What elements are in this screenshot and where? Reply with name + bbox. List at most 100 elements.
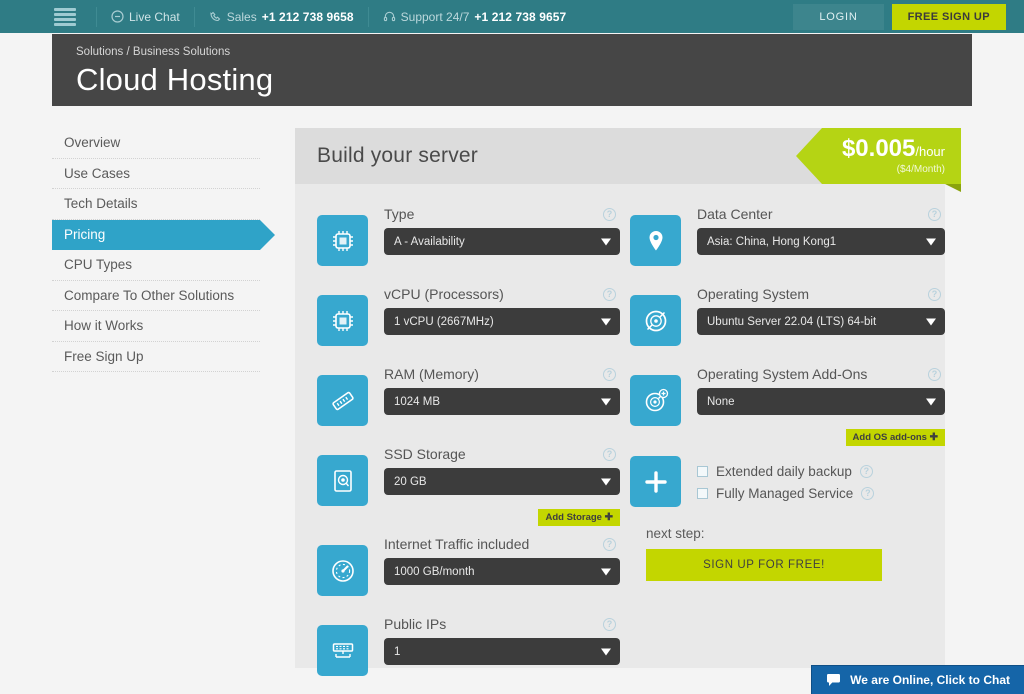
headset-icon [383, 10, 396, 23]
help-icon[interactable]: ? [603, 447, 616, 461]
vcpu-select[interactable]: 1 vCPU (2667MHz) [384, 308, 620, 335]
field-label-row: Data Center ? [697, 206, 945, 222]
top-bar-actions: LOGIN FREE SIGN UP [793, 3, 1006, 30]
type-select-value: A - Availability [394, 235, 465, 248]
help-icon[interactable]: ? [928, 367, 941, 381]
field-label-row: RAM (Memory) ? [384, 366, 620, 382]
field-label: Data Center [697, 206, 773, 222]
field-vcpu: vCPU (Processors) ? 1 vCPU (2667MHz) [317, 286, 620, 346]
help-icon[interactable]: ? [603, 287, 616, 301]
os-addons-select[interactable]: None [697, 388, 945, 415]
field-label: Type [384, 206, 415, 222]
sidebar-item-tech-details[interactable]: Tech Details [52, 189, 260, 220]
field-label: Internet Traffic included [384, 536, 530, 552]
next-step-label: next step: [646, 526, 705, 541]
sidebar-item-overview[interactable]: Overview [52, 128, 260, 159]
field-label-row: SSD Storage ? [384, 446, 620, 462]
add-storage-label: Add Storage [545, 512, 602, 523]
checkbox-input[interactable] [697, 488, 708, 499]
field-main: Operating System Add-Ons ? None Add OS a… [681, 366, 945, 446]
page-root: Live Chat Sales +1 212 738 9658 Support … [0, 0, 1024, 694]
help-icon[interactable]: ? [928, 207, 941, 221]
page-title: Cloud Hosting [76, 62, 274, 97]
free-signup-button[interactable]: FREE SIGN UP [891, 3, 1006, 30]
sign-up-for-free-button[interactable]: SIGN UP FOR FREE! [646, 549, 882, 581]
field-operating-system: Operating System ? Ubuntu Server 22.04 (… [630, 286, 945, 346]
hard-drive-icon [317, 455, 368, 506]
help-icon[interactable]: ? [603, 367, 616, 381]
panel-header: Build your server $0.005/hour ($4/Month) [295, 128, 962, 192]
field-label-row: Public IPs ? [384, 616, 620, 632]
checkbox-extended-daily-backup[interactable]: Extended daily backup ? [697, 464, 874, 479]
public-ips-select[interactable]: 1 [384, 638, 620, 665]
help-icon[interactable]: ? [859, 465, 873, 478]
breadcrumb-root[interactable]: Solutions [76, 46, 123, 58]
live-chat-link[interactable]: Live Chat [97, 0, 194, 33]
sidebar-item-use-cases[interactable]: Use Cases [52, 159, 260, 189]
support-contact[interactable]: Support 24/7 +1 212 738 9657 [369, 0, 581, 33]
next-step-section: next step: SIGN UP FOR FREE! [630, 526, 945, 581]
ssd-storage-select-value: 20 GB [394, 475, 427, 488]
operating-system-select-value: Ubuntu Server 22.04 (LTS) 64-bit [707, 315, 877, 328]
price-monthly: ($4/Month) [896, 164, 945, 175]
login-button[interactable]: LOGIN [793, 3, 884, 30]
price-amount: $0.005 [841, 135, 916, 162]
field-main: vCPU (Processors) ? 1 vCPU (2667MHz) [368, 286, 620, 346]
data-center-select[interactable]: Asia: China, Hong Kong1 [697, 228, 945, 255]
checkbox-label: Fully Managed Service [716, 486, 854, 501]
chat-widget[interactable]: We are Online, Click to Chat [812, 666, 1024, 694]
hamburger-icon[interactable] [54, 7, 76, 26]
sidebar-item-label: Pricing [64, 226, 106, 242]
sidebar-item-cpu-types[interactable]: CPU Types [52, 250, 260, 281]
field-main: Internet Traffic included ? 1000 GB/mont… [368, 536, 620, 596]
add-os-addons-button[interactable]: Add OS add-ons ✚ [845, 429, 945, 446]
sidebar-item-how-it-works[interactable]: How it Works [52, 311, 260, 342]
field-label-row: Internet Traffic included ? [384, 536, 620, 552]
checkbox-label: Extended daily backup [716, 464, 852, 479]
type-select[interactable]: A - Availability [384, 228, 620, 255]
help-icon[interactable]: ? [928, 287, 941, 301]
field-main: Operating System ? Ubuntu Server 22.04 (… [681, 286, 945, 346]
plus-icon: ✚ [929, 432, 938, 443]
sidebar-item-pricing[interactable]: Pricing [52, 219, 275, 250]
sidebar-item-label: CPU Types [64, 257, 133, 272]
internet-traffic-select[interactable]: 1000 GB/month [384, 558, 620, 585]
chevron-down-icon [601, 238, 611, 245]
data-center-select-value: Asia: China, Hong Kong1 [707, 235, 837, 248]
add-storage-button[interactable]: Add Storage ✚ [538, 509, 620, 526]
help-icon[interactable]: ? [861, 487, 875, 500]
vcpu-select-value: 1 vCPU (2667MHz) [394, 315, 494, 328]
price-unit: /hour [915, 144, 945, 159]
operating-system-select[interactable]: Ubuntu Server 22.04 (LTS) 64-bit [697, 308, 945, 335]
top-bar: Live Chat Sales +1 212 738 9658 Support … [0, 0, 1024, 33]
chevron-down-icon [601, 318, 611, 325]
help-icon[interactable]: ? [603, 207, 616, 221]
addon-checkbox-list: Extended daily backup ? Fully Managed Se… [681, 456, 875, 508]
field-label: vCPU (Processors) [384, 286, 504, 302]
sales-label: Sales [226, 9, 257, 24]
breadcrumb-separator: / [126, 46, 130, 58]
field-data-center: Data Center ? Asia: China, Hong Kong1 [630, 206, 945, 266]
checkbox-input[interactable] [697, 466, 708, 477]
internet-traffic-select-value: 1000 GB/month [394, 565, 475, 578]
field-main: Public IPs ? 1 [368, 616, 620, 676]
help-icon[interactable]: ? [603, 617, 616, 631]
sidebar-item-label: How it Works [64, 318, 144, 333]
help-icon[interactable]: ? [603, 537, 616, 551]
sidebar-item-label: Overview [64, 135, 121, 150]
checkbox-fully-managed-service[interactable]: Fully Managed Service ? [697, 486, 875, 501]
live-chat-label: Live Chat [129, 9, 180, 24]
sidebar-item-compare[interactable]: Compare To Other Solutions [52, 281, 260, 311]
public-ips-select-value: 1 [394, 645, 401, 658]
sidebar-item-free-sign-up[interactable]: Free Sign Up [52, 342, 260, 372]
sales-phone: +1 212 738 9658 [261, 9, 354, 24]
panel-title: Build your server [317, 144, 478, 167]
chevron-down-icon [926, 398, 936, 405]
breadcrumb-current[interactable]: Business Solutions [133, 46, 230, 58]
ram-select[interactable]: 1024 MB [384, 388, 620, 415]
sidebar-item-label: Compare To Other Solutions [64, 287, 235, 303]
field-main: Data Center ? Asia: China, Hong Kong1 [681, 206, 945, 266]
sales-contact[interactable]: Sales +1 212 738 9658 [195, 0, 368, 33]
sidebar-item-label: Free Sign Up [64, 348, 144, 364]
ssd-storage-select[interactable]: 20 GB [384, 468, 620, 495]
